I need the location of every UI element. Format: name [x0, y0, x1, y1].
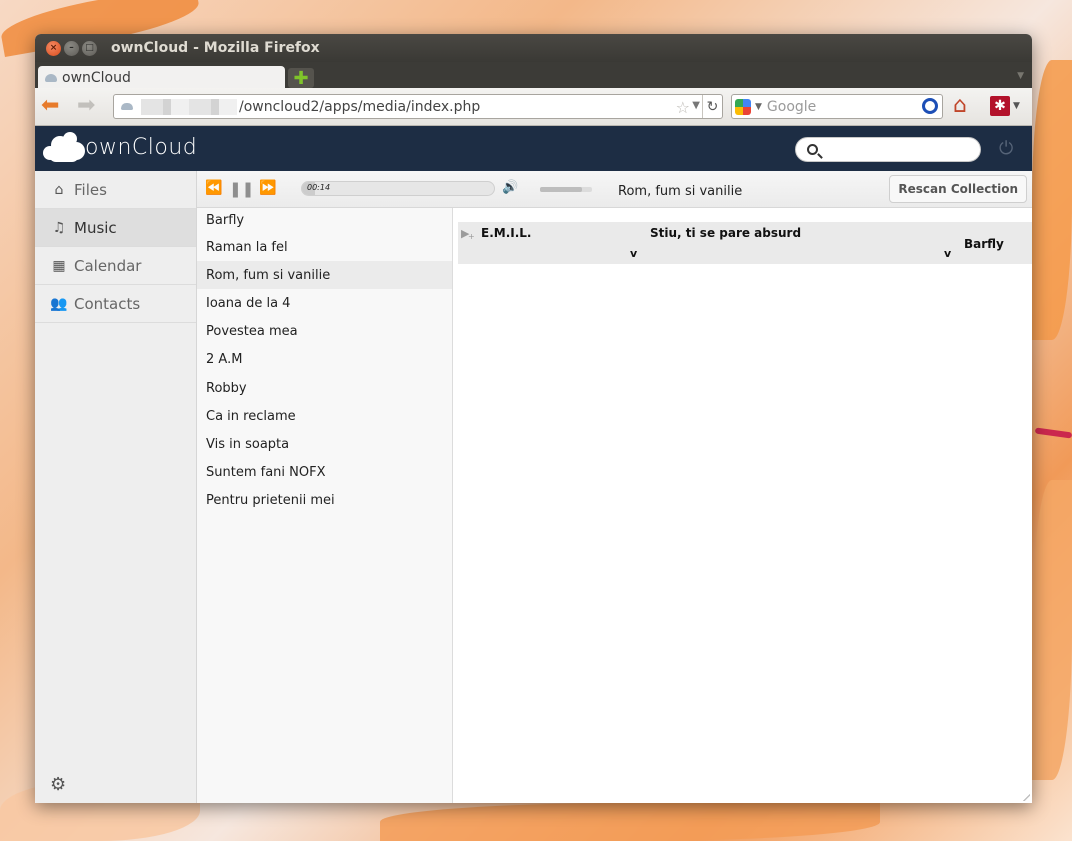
new-tab-button[interactable]: ✚ — [288, 68, 314, 89]
playlist-item[interactable]: Barfly — [197, 208, 452, 233]
playlist-item[interactable]: Ca in reclame — [197, 402, 452, 430]
volume-icon[interactable]: 🔊 — [502, 180, 518, 195]
player-controls: ⏪ ❚❚ ⏩ 00:14 🔊 Rom, fum si vanilie Resca… — [197, 171, 1032, 208]
google-engine-icon[interactable] — [735, 98, 751, 115]
url-path[interactable]: /owncloud2/apps/media/index.php — [239, 99, 480, 115]
navigation-toolbar: ⬅ ➡ /owncloud2/apps/media/index.php ☆ ▼ … — [35, 88, 1032, 126]
sidebar-item-label: Music — [74, 218, 117, 237]
previous-track-icon[interactable]: ⏪ — [205, 180, 222, 196]
tab-strip: ownCloud ✚ ▼ — [35, 62, 1032, 90]
expand-artist-toggle[interactable]: v — [630, 247, 637, 260]
tab-label: ownCloud — [62, 70, 131, 86]
sidebar-item-label: Calendar — [74, 256, 142, 275]
back-button[interactable]: ⬅ — [41, 94, 59, 118]
playlist-item[interactable]: Vis in soapta — [197, 430, 452, 458]
tab-owncloud[interactable]: ownCloud — [38, 66, 285, 90]
close-window-button[interactable]: × — [46, 40, 61, 56]
playlist-item[interactable]: Rom, fum si vanilie — [197, 261, 452, 290]
wallpaper-leaf — [1032, 60, 1072, 340]
sidebar-item-label: Contacts — [74, 294, 141, 313]
owncloud-logo[interactable]: ownCloud — [43, 132, 197, 162]
addon-button[interactable]: ✱ — [990, 96, 1010, 116]
wallpaper-leaf — [380, 803, 880, 841]
playlist-item[interactable]: Ioana de la 4 — [197, 289, 452, 317]
wallpaper-leaf — [1032, 480, 1072, 780]
search-placeholder: Google — [766, 98, 817, 115]
url-history-dropdown-icon[interactable]: ▼ — [692, 100, 700, 111]
calendar-icon: ▦ — [52, 257, 66, 274]
bookmark-star-icon[interactable]: ☆ — [676, 98, 690, 117]
music-library: ▶ E.M.I.L. Stiu, ti se pare absurd v v B… — [454, 208, 1032, 803]
house-icon: ⌂ — [54, 181, 64, 198]
music-note-icon: ♫ — [52, 219, 66, 236]
cloud-logo-icon — [43, 132, 87, 162]
playlist-item[interactable]: Povestea mea — [197, 318, 452, 346]
sidebar-item-calendar[interactable]: ▦ Calendar — [35, 247, 196, 285]
reload-button[interactable]: ↻ — [702, 95, 722, 118]
addon-dropdown-icon[interactable]: ▼ — [1013, 101, 1020, 111]
sidebar-item-label: Files — [74, 180, 107, 199]
pause-icon[interactable]: ❚❚ — [229, 180, 254, 198]
rescan-collection-button[interactable]: Rescan Collection — [889, 175, 1027, 203]
logout-power-icon[interactable]: ⏻ — [999, 138, 1013, 159]
cloud-favicon-icon — [45, 74, 57, 82]
now-playing-title: Rom, fum si vanilie — [618, 184, 743, 199]
search-magnifier-icon[interactable] — [922, 98, 938, 114]
next-track-icon[interactable]: ⏩ — [259, 180, 276, 196]
window-title: ownCloud - Mozilla Firefox — [111, 40, 320, 56]
play-add-icon[interactable]: ▶ — [461, 227, 476, 241]
artist-row[interactable]: ▶ E.M.I.L. Stiu, ti se pare absurd v v B… — [458, 222, 1032, 264]
expand-album-toggle[interactable]: v — [944, 247, 951, 260]
resize-grip-icon[interactable] — [1021, 792, 1030, 801]
playlist-item[interactable]: Pentru prietenii mei — [197, 487, 452, 515]
browser-window: × – □ ownCloud - Mozilla Firefox ownClou… — [35, 34, 1032, 803]
navigation-sidebar: ⌂ Files ♫ Music ▦ Calendar 👥 Contacts ⚙ — [35, 171, 197, 803]
search-engine-dropdown-icon[interactable]: ▼ — [755, 102, 762, 112]
volume-fill — [540, 187, 582, 192]
sidebar-item-music[interactable]: ♫ Music — [35, 209, 196, 247]
url-bar[interactable]: /owncloud2/apps/media/index.php ☆ ▼ ↻ — [113, 94, 723, 119]
owncloud-search-field[interactable] — [795, 137, 981, 162]
progress-bar[interactable]: 00:14 — [301, 181, 495, 196]
app-content: ⌂ Files ♫ Music ▦ Calendar 👥 Contacts ⚙ … — [35, 171, 1032, 803]
search-icon — [807, 144, 818, 155]
forward-button[interactable]: ➡ — [77, 94, 95, 118]
search-bar[interactable]: ▼ Google — [731, 94, 943, 119]
sidebar-item-contacts[interactable]: 👥 Contacts — [35, 285, 196, 323]
playlist-item[interactable]: Suntem fani NOFX — [197, 459, 452, 487]
site-identity-icon[interactable] — [121, 103, 133, 110]
song-name[interactable]: Barfly — [964, 237, 1004, 251]
wallpaper-stem — [1034, 427, 1072, 439]
maximize-window-button[interactable]: □ — [82, 40, 97, 56]
minimize-window-button[interactable]: – — [64, 40, 79, 56]
playlist-item[interactable]: 2 A.M — [197, 346, 452, 374]
settings-gear-icon[interactable]: ⚙ — [50, 774, 66, 795]
logo-text: ownCloud — [85, 135, 198, 160]
search-input[interactable] — [824, 140, 974, 160]
home-button[interactable]: ⌂ — [953, 93, 967, 118]
playlist: Barfly Raman la fel Rom, fum si vanilie Ioa… — [197, 208, 453, 803]
playlist-item[interactable]: Raman la fel — [197, 233, 452, 261]
owncloud-header: ownCloud ⏻ — [35, 126, 1032, 171]
people-icon: 👥 — [50, 295, 68, 312]
artist-name[interactable]: E.M.I.L. — [481, 226, 531, 240]
tab-list-chevron-icon[interactable]: ▼ — [1017, 71, 1024, 81]
playlist-item[interactable]: Robby — [197, 374, 452, 402]
window-controls: × – □ — [46, 40, 97, 56]
album-name[interactable]: Stiu, ti se pare absurd — [650, 226, 801, 240]
window-titlebar[interactable]: × – □ ownCloud - Mozilla Firefox — [35, 34, 1032, 62]
volume-slider[interactable] — [540, 187, 592, 192]
sidebar-item-files[interactable]: ⌂ Files — [35, 171, 196, 209]
url-redacted-host — [141, 98, 237, 115]
elapsed-time: 00:14 — [307, 183, 331, 192]
